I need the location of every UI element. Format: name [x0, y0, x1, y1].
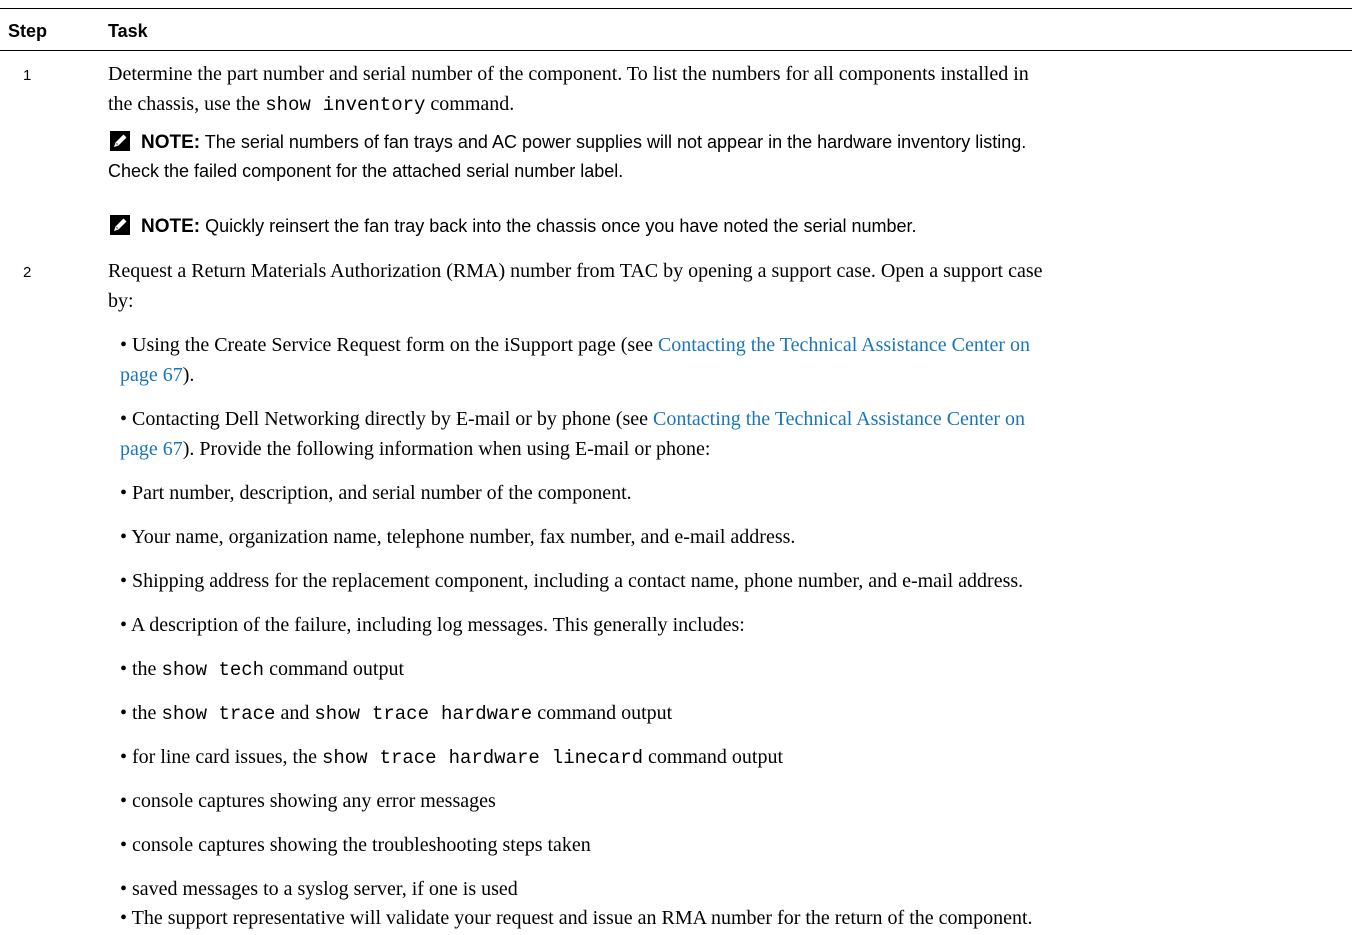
list-item: • the show tech command output [120, 654, 1345, 685]
note-1-label: NOTE: [141, 132, 201, 153]
bullet-contact-directly: • Contacting Dell Networking directly by… [120, 404, 1345, 464]
step-number-2: 2 [23, 264, 32, 281]
note-1-line-1: The serial numbers of fan trays and AC p… [204, 132, 1027, 152]
step-1-line-1: Determine the part number and serial num… [108, 63, 1029, 85]
link-page-67[interactable]: page 67 [120, 438, 183, 460]
table-top-rule [0, 8, 1352, 9]
list-item: • for line card issues, the show trace har… [120, 742, 1345, 773]
table-header-rule [0, 50, 1352, 51]
list-item: • The support representative will valida… [120, 907, 1033, 929]
note-1: NOTE: The serial numbers of fan trays an… [108, 128, 1344, 185]
link-page-67[interactable]: page 67 [120, 364, 183, 386]
list-item: • A description of the failure, includin… [120, 614, 745, 636]
note-1-line-2: Check the failed component for the attac… [108, 161, 624, 181]
step-2-text: Request a Return Materials Authorization… [108, 256, 1340, 316]
list-item: • Part number, description, and serial n… [120, 482, 632, 504]
link-contacting-tac[interactable]: Contacting the Technical Assistance Cent… [658, 334, 1030, 356]
column-header-step: Step [8, 21, 48, 41]
list-item: • Your name, organization name, telephon… [120, 526, 796, 548]
bullet-1-text: • Using the Create Service Request form … [120, 334, 658, 356]
bullet-1-tail: ). [182, 364, 195, 386]
command-show-trace-hardware: show trace hardware [314, 703, 533, 725]
list-item-text: • for line card issues, the [120, 746, 317, 768]
command-show-tech: show tech [161, 659, 265, 681]
note-2-label: NOTE: [141, 216, 201, 237]
list-item-text: • the [120, 658, 157, 680]
step-1-text: Determine the part number and serial num… [108, 59, 1340, 120]
list-item-text: and [280, 702, 310, 724]
step-2-line-2: by: [108, 290, 134, 312]
list-item: • saved messages to a syslog server, if … [120, 878, 518, 900]
bullet-2-tail: ). Provide the following information whe… [182, 438, 711, 460]
list-item: • the show trace and show trace hardware c… [120, 698, 1345, 729]
step-2-line-1: Request a Return Materials Authorization… [108, 260, 1043, 282]
bullet-2-text: • Contacting Dell Networking directly by… [120, 408, 653, 430]
command-show-trace-hardware-linecard: show trace hardware linecard [321, 747, 644, 769]
list-item-text: command output [269, 658, 405, 680]
list-item: • console captures showing any error mes… [120, 790, 496, 812]
step-number-1: 1 [23, 67, 32, 84]
list-item-text: command output [648, 746, 783, 768]
note-2-text: Quickly reinsert the fan tray back into … [205, 216, 917, 236]
list-item-text: command output [537, 702, 673, 724]
note-pencil-icon [110, 131, 130, 151]
list-item-text: • the [120, 702, 157, 724]
step-1-line-2-post: command. [430, 93, 515, 115]
link-contacting-tac[interactable]: Contacting the Technical Assistance Cent… [653, 408, 1025, 430]
note-pencil-icon [110, 215, 130, 235]
note-2: NOTE: Quickly reinsert the fan tray back… [108, 212, 1344, 241]
list-item: • console captures showing the troublesh… [120, 834, 591, 856]
list-item: • Shipping address for the replacement c… [120, 570, 1024, 592]
command-show-trace: show trace [161, 703, 276, 725]
bullet-create-service-request: • Using the Create Service Request form … [120, 330, 1345, 390]
command-show-inventory: show inventory [265, 94, 426, 116]
step-1-line-2-pre: the chassis, use the [108, 93, 261, 115]
column-header-task: Task [108, 21, 148, 41]
